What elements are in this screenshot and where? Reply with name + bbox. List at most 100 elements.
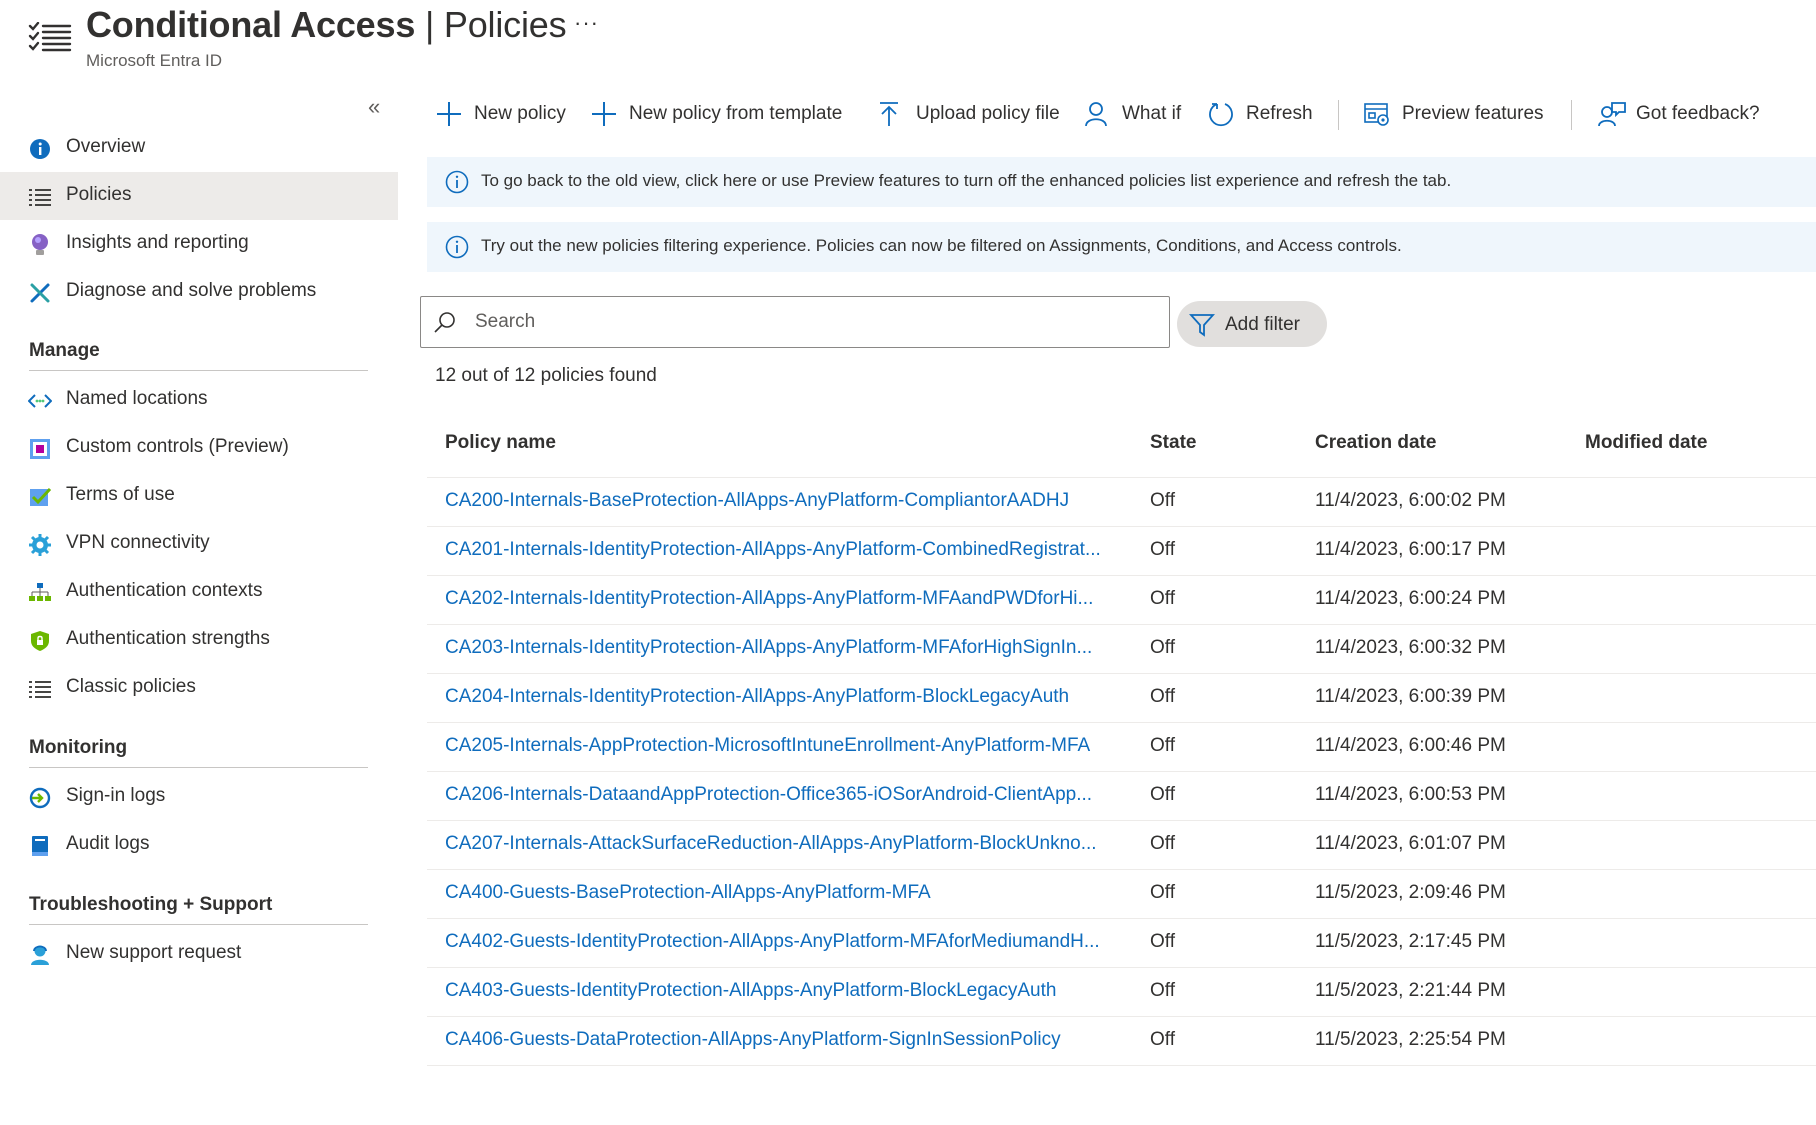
new-policy-from-template-button[interactable]: New policy from template — [591, 96, 842, 132]
collapse-sidebar-button[interactable]: « — [368, 94, 380, 120]
policy-state: Off — [1150, 539, 1175, 560]
sidebar-item-audit-logs[interactable]: Audit logs — [0, 821, 398, 869]
sidebar-item-insights[interactable]: Insights and reporting — [0, 220, 398, 268]
column-header-state[interactable]: State — [1150, 432, 1270, 454]
person-icon — [1084, 100, 1114, 128]
policy-creation-date: 11/4/2023, 6:00:32 PM — [1315, 637, 1506, 658]
new-policy-button[interactable]: New policy — [436, 96, 566, 132]
plus-icon — [591, 100, 621, 128]
more-options-button[interactable]: ··· — [574, 10, 599, 36]
policy-state: Off — [1150, 931, 1175, 952]
policy-name-link[interactable]: CA206-Internals-DataandAppProtection-Off… — [445, 784, 1125, 806]
policy-name-link[interactable]: CA202-Internals-IdentityProtection-AllAp… — [445, 588, 1125, 610]
filtering-banner: Try out the new policies filtering exper… — [427, 222, 1816, 272]
sidebar-item-custom-controls[interactable]: Custom controls (Preview) — [0, 424, 398, 472]
policy-name-link[interactable]: CA200-Internals-BaseProtection-AllApps-A… — [445, 490, 1125, 512]
policy-state: Off — [1150, 735, 1175, 756]
command-bar: New policy New policy from template Uplo… — [428, 96, 1816, 132]
policy-name-link[interactable]: CA204-Internals-IdentityProtection-AllAp… — [445, 686, 1125, 708]
column-header-modified-date[interactable]: Modified date — [1585, 432, 1805, 454]
sidebar-item-authentication-strengths[interactable]: Authentication strengths — [0, 616, 398, 664]
page-title-main: Conditional Access — [86, 4, 416, 45]
sidebar-item-new-support-request[interactable]: New support request — [0, 930, 398, 978]
table-row[interactable]: CA202-Internals-IdentityProtection-AllAp… — [427, 576, 1816, 625]
policy-name-link[interactable]: CA201-Internals-IdentityProtection-AllAp… — [445, 539, 1125, 561]
refresh-button[interactable]: Refresh — [1208, 96, 1313, 132]
sidebar-item-label: Named locations — [66, 388, 208, 409]
sidebar-item-authentication-contexts[interactable]: Authentication contexts — [0, 568, 398, 616]
policy-creation-date: 11/4/2023, 6:00:02 PM — [1315, 490, 1506, 511]
policy-name-link[interactable]: CA402-Guests-IdentityProtection-AllApps-… — [445, 931, 1125, 953]
sidebar-item-classic-policies[interactable]: Classic policies — [0, 664, 398, 712]
section-monitoring: Monitoring — [29, 737, 368, 768]
title-separator: | — [424, 4, 435, 45]
sidebar-item-sign-in-logs[interactable]: Sign-in logs — [0, 773, 398, 821]
policy-name-link[interactable]: CA403-Guests-IdentityProtection-AllApps-… — [445, 980, 1125, 1002]
policy-creation-date: 11/4/2023, 6:00:24 PM — [1315, 588, 1506, 609]
what-if-button[interactable]: What if — [1084, 96, 1181, 132]
sidebar-item-terms-of-use[interactable]: Terms of use — [0, 472, 398, 520]
results-count: 12 out of 12 policies found — [435, 365, 657, 386]
table-row[interactable]: CA400-Guests-BaseProtection-AllApps-AnyP… — [427, 870, 1816, 919]
table-row[interactable]: CA200-Internals-BaseProtection-AllApps-A… — [427, 478, 1816, 527]
policy-state: Off — [1150, 637, 1175, 658]
new-policy-from-template-label: New policy from template — [629, 103, 843, 124]
add-filter-label: Add filter — [1225, 314, 1300, 335]
sidebar-item-label: New support request — [66, 942, 242, 963]
policy-name-link[interactable]: CA406-Guests-DataProtection-AllApps-AnyP… — [445, 1029, 1125, 1051]
support-person-icon — [28, 944, 52, 966]
search-box[interactable] — [420, 296, 1170, 348]
shield-lock-icon — [28, 630, 52, 652]
policy-name-link[interactable]: CA207-Internals-AttackSurfaceReduction-A… — [445, 833, 1125, 855]
old-view-banner[interactable]: To go back to the old view, click here o… — [427, 157, 1816, 207]
table-row[interactable]: CA205-Internals-AppProtection-MicrosoftI… — [427, 723, 1816, 772]
toolbar-divider — [1571, 100, 1572, 130]
refresh-label: Refresh — [1246, 103, 1313, 124]
preview-features-button[interactable]: Preview features — [1364, 96, 1544, 132]
column-header-policy-name[interactable]: Policy name — [445, 432, 1125, 454]
sidebar-item-label: Sign-in logs — [66, 785, 166, 806]
custom-controls-icon — [28, 438, 52, 460]
table-row[interactable]: CA203-Internals-IdentityProtection-AllAp… — [427, 625, 1816, 674]
info-icon — [28, 138, 52, 160]
table-row[interactable]: CA204-Internals-IdentityProtection-AllAp… — [427, 674, 1816, 723]
toolbar-divider — [1338, 100, 1339, 130]
table-row[interactable]: CA403-Guests-IdentityProtection-AllApps-… — [427, 968, 1816, 1017]
policy-name-link[interactable]: CA400-Guests-BaseProtection-AllApps-AnyP… — [445, 882, 1125, 904]
sidebar-item-label: Custom controls (Preview) — [66, 436, 289, 457]
what-if-label: What if — [1122, 103, 1182, 124]
table-row[interactable]: CA402-Guests-IdentityProtection-AllApps-… — [427, 919, 1816, 968]
sidebar-item-vpn[interactable]: VPN connectivity — [0, 520, 398, 568]
table-row[interactable]: CA207-Internals-AttackSurfaceReduction-A… — [427, 821, 1816, 870]
policies-table: Policy name State Creation date Modified… — [427, 420, 1816, 1066]
policy-creation-date: 11/5/2023, 2:17:45 PM — [1315, 931, 1506, 952]
policy-name-link[interactable]: CA203-Internals-IdentityProtection-AllAp… — [445, 637, 1125, 659]
add-filter-button[interactable]: Add filter — [1177, 301, 1327, 347]
list-icon — [28, 186, 52, 208]
sidebar-item-overview[interactable]: Overview — [0, 124, 398, 172]
refresh-icon — [1208, 100, 1238, 128]
search-input[interactable] — [475, 307, 1155, 337]
info-icon — [445, 235, 469, 259]
table-row[interactable]: CA406-Guests-DataProtection-AllApps-AnyP… — [427, 1017, 1816, 1066]
checklist-icon — [28, 486, 52, 508]
policy-name-link[interactable]: CA205-Internals-AppProtection-MicrosoftI… — [445, 735, 1125, 757]
upload-policy-file-button[interactable]: Upload policy file — [878, 96, 1060, 132]
policy-state: Off — [1150, 588, 1175, 609]
policy-creation-date: 11/5/2023, 2:09:46 PM — [1315, 882, 1506, 903]
old-view-banner-text: To go back to the old view, click here o… — [481, 171, 1452, 190]
table-row[interactable]: CA201-Internals-IdentityProtection-AllAp… — [427, 527, 1816, 576]
got-feedback-button[interactable]: Got feedback? — [1598, 96, 1760, 132]
sidebar-item-diagnose[interactable]: Diagnose and solve problems — [0, 268, 398, 316]
list-icon — [28, 678, 52, 700]
column-header-creation-date[interactable]: Creation date — [1315, 432, 1555, 454]
book-icon — [28, 835, 52, 857]
table-row[interactable]: CA206-Internals-DataandAppProtection-Off… — [427, 772, 1816, 821]
list-icon — [28, 22, 72, 52]
policy-creation-date: 11/4/2023, 6:00:17 PM — [1315, 539, 1506, 560]
search-icon — [434, 312, 455, 333]
sidebar-item-policies[interactable]: Policies — [0, 172, 398, 220]
policy-state: Off — [1150, 882, 1175, 903]
sidebar-item-named-locations[interactable]: Named locations — [0, 376, 398, 424]
preview-features-label: Preview features — [1402, 103, 1544, 124]
